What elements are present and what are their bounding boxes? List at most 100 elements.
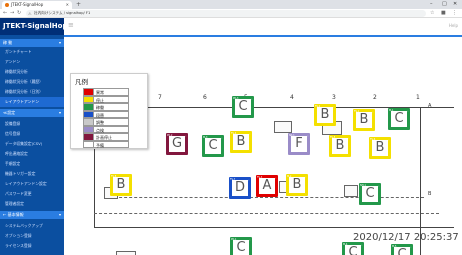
sidebar-item-procedure[interactable]: 手順設定 bbox=[0, 159, 64, 169]
sidebar-item-signal[interactable]: 信号登録 bbox=[0, 129, 64, 139]
legend-item: 点検 bbox=[83, 125, 129, 133]
help-link[interactable]: Help bbox=[449, 23, 458, 28]
wifi-icon: ◦ bbox=[248, 178, 250, 182]
machine-tile[interactable]: FS-7◦ D bbox=[229, 177, 251, 199]
tile-status-letter: A bbox=[259, 178, 275, 194]
sidebar-item-password[interactable]: パスワード変更 bbox=[0, 189, 64, 199]
section-label: 稼 動 bbox=[3, 40, 13, 45]
column-label: 3 bbox=[332, 94, 336, 101]
sidebar-item-gantt[interactable]: ガントチャート bbox=[0, 47, 64, 57]
forward-icon[interactable]: → bbox=[10, 9, 14, 18]
url-field[interactable]: ⚠ 社内向けシステム / signalhop/ F1 bbox=[26, 10, 426, 17]
tab-close-icon[interactable]: ✕ bbox=[66, 1, 69, 9]
sidebar-item-backup[interactable]: システムバックアップ bbox=[0, 221, 64, 231]
back-icon[interactable]: ← bbox=[3, 9, 7, 18]
wifi-icon: ◦ bbox=[361, 243, 363, 247]
machine-tile[interactable]: FS-3◦ A bbox=[256, 175, 278, 197]
machine-tile[interactable]: FS-6◦ B bbox=[369, 137, 391, 159]
app-logo[interactable]: JTEKT-SignalHop bbox=[0, 18, 64, 35]
sidebar-item-layout-andon[interactable]: レイアウトアンドン bbox=[0, 97, 64, 107]
sidebar-item-analysis-daily[interactable]: 稼働状況分析（日別） bbox=[0, 87, 64, 97]
tile-status-letter: B bbox=[233, 134, 249, 150]
sidebar-item-call[interactable]: 呼出連絡設定 bbox=[0, 149, 64, 159]
wifi-icon: ◦ bbox=[388, 138, 390, 142]
machine-tile[interactable]: FS-5◦ B bbox=[329, 135, 351, 157]
tile-status-letter: C bbox=[233, 240, 249, 255]
close-window-button[interactable]: ✕ bbox=[453, 0, 457, 9]
machine-tile[interactable]: M-4◦ C bbox=[342, 242, 364, 255]
tile-status-letter: C bbox=[391, 111, 407, 127]
sidebar-item-trigger[interactable]: 機器トリガー設定 bbox=[0, 169, 64, 179]
legend-swatch bbox=[84, 134, 94, 140]
sidebar-item-csv[interactable]: データ収集設定(CSV) bbox=[0, 139, 64, 149]
new-tab-button[interactable]: + bbox=[76, 0, 81, 9]
tile-status-letter: B bbox=[372, 140, 388, 156]
browser-tab[interactable]: JTEKT-SignalHop ✕ bbox=[2, 1, 72, 9]
machine-tile[interactable]: M-1◦ C bbox=[388, 108, 410, 130]
reload-icon[interactable]: ↻ bbox=[17, 9, 21, 18]
wifi-icon: ◦ bbox=[410, 245, 412, 249]
tile-status-letter: G bbox=[169, 136, 185, 152]
maximize-button[interactable]: □ bbox=[442, 0, 447, 9]
machine-tile[interactable]: FS-8◦ B bbox=[110, 174, 132, 196]
extension-icon[interactable]: ■ bbox=[441, 9, 446, 18]
legend-title: 凡例 bbox=[75, 78, 88, 86]
column-label: 7 bbox=[158, 94, 162, 101]
machine-tile[interactable]: FS-1◦ B bbox=[353, 109, 375, 131]
machine-tile[interactable]: NH-1◦ C bbox=[359, 183, 381, 205]
legend-item: 計画停止 bbox=[83, 133, 129, 141]
machine-tile[interactable]: FS-2◦ B bbox=[314, 104, 336, 126]
machine-outline bbox=[344, 185, 358, 197]
sidebar-item-layout-settings[interactable]: レイアウトアンドン設定 bbox=[0, 179, 64, 189]
menu-dots-icon[interactable]: ⋮ bbox=[452, 9, 457, 18]
sidebar-item-equipment[interactable]: 設備登録 bbox=[0, 119, 64, 129]
machine-tile[interactable]: M-5◦ C bbox=[391, 244, 413, 255]
sidebar-section-settings[interactable]: ≪設定 ▾ bbox=[0, 109, 64, 117]
section-label: ≪設定 bbox=[3, 110, 16, 115]
legend-swatch bbox=[84, 111, 94, 117]
tab-title: JTEKT-SignalHop bbox=[11, 2, 44, 7]
sidebar-item-license[interactable]: ライセンス登録 bbox=[0, 241, 64, 251]
wifi-icon: ◦ bbox=[221, 136, 223, 140]
legend-item: 異常 bbox=[83, 88, 129, 96]
sidebar-item-analysis-history[interactable]: 稼働状況分析（履歴） bbox=[0, 77, 64, 87]
legend-item: 調整 bbox=[83, 118, 129, 126]
legend-panel: 凡例 異常 停止 稼働 段替 調整 点検 計画停止 予備 bbox=[70, 73, 148, 149]
section-label: ← 基本情報 bbox=[3, 212, 24, 217]
floor-line bbox=[94, 213, 439, 214]
tile-status-letter: C bbox=[235, 99, 251, 115]
sidebar-item-andon[interactable]: アンドン bbox=[0, 57, 64, 67]
column-label: 1 bbox=[416, 94, 420, 101]
legend-swatch bbox=[84, 104, 94, 110]
wifi-icon: ◦ bbox=[249, 238, 251, 242]
column-label: 4 bbox=[290, 94, 294, 101]
tile-status-letter: B bbox=[356, 112, 372, 128]
sidebar-item-admin[interactable]: 管理者設定 bbox=[0, 199, 64, 209]
machine-tile[interactable]: P0-3◦ C bbox=[232, 96, 254, 118]
tile-status-letter: B bbox=[113, 177, 129, 193]
machine-tile[interactable]: P0-2◦ G bbox=[166, 133, 188, 155]
legend-label: 予備 bbox=[96, 142, 104, 148]
machine-tile[interactable]: SN-1◦ F bbox=[288, 133, 310, 155]
minimize-button[interactable]: – bbox=[430, 0, 433, 9]
sidebar: JTEKT-SignalHop 稼 動 ▾ ガントチャート アンドン 稼働状況分… bbox=[0, 18, 64, 255]
machine-tile[interactable]: FS-4◦ B bbox=[230, 131, 252, 153]
sidebar-section-operation[interactable]: 稼 動 ▾ bbox=[0, 39, 64, 47]
sidebar-section-basic[interactable]: ← 基本情報 ▾ bbox=[0, 211, 64, 219]
sidebar-item-analysis[interactable]: 稼働状況分析 bbox=[0, 67, 64, 77]
row-label: B bbox=[428, 191, 432, 197]
machine-tile[interactable]: M-2◦ B bbox=[286, 174, 308, 196]
top-header: ≡ Help bbox=[64, 18, 462, 35]
star-icon[interactable]: ☆ bbox=[430, 9, 434, 18]
machine-tile[interactable]: P0-1◦ C bbox=[230, 237, 252, 255]
legend-swatch bbox=[84, 96, 94, 102]
favicon-icon bbox=[5, 3, 9, 7]
timestamp: 2020/12/17 20:25:37 bbox=[353, 232, 459, 243]
hamburger-icon[interactable]: ≡ bbox=[68, 21, 74, 29]
sidebar-item-options[interactable]: オプション登録 bbox=[0, 231, 64, 241]
machine-tile[interactable]: M-3◦ C bbox=[202, 135, 224, 157]
legend-item: 停止 bbox=[83, 95, 129, 103]
wifi-icon: ◦ bbox=[275, 176, 277, 180]
row-label: A bbox=[428, 103, 432, 109]
url-text: 社内向けシステム / signalhop/ F1 bbox=[34, 11, 91, 15]
